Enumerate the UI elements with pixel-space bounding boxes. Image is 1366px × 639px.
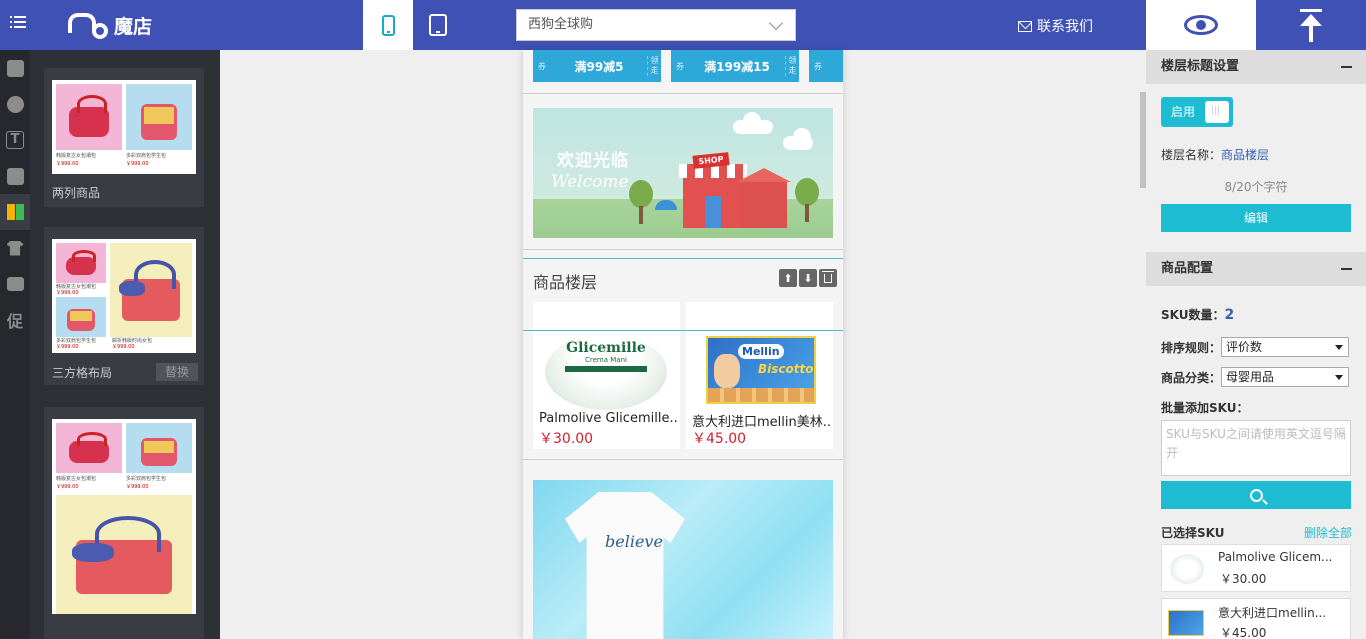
enable-toggle[interactable]: 启用 — [1161, 96, 1233, 127]
collapse-icon[interactable] — [1341, 268, 1352, 270]
upload-icon — [1300, 8, 1322, 12]
coupon[interactable]: 券 — [809, 50, 843, 82]
menu-icon[interactable] — [10, 16, 26, 32]
shirt-banner-module[interactable]: believe — [523, 468, 843, 639]
sort-label: 排序规则： — [1161, 341, 1222, 355]
phone-preview: 券满99减5 领走 券满199减15 领走 券 欢迎光临 Welcome SHOP — [522, 50, 844, 639]
shirt-print-text: believe — [605, 532, 663, 551]
template-thumbnail: 韩版复古女包潮包 多彩双肩包学生包 ￥999.00 ￥999.00 — [52, 419, 196, 614]
template-thumbnail: 韩版复古女包潮包 ￥999.00 多彩双肩包学生包 ￥999.00 邮折韩版时尚… — [52, 239, 196, 353]
chevron-down-icon — [768, 15, 784, 31]
char-count: 8/20个字符 — [1224, 180, 1288, 194]
product-price: ￥45.00 — [692, 431, 747, 447]
shop-select-value: 西狗全球购 — [528, 17, 594, 32]
move-up-icon[interactable]: ⬆ — [779, 269, 797, 287]
welcome-banner-image: 欢迎光临 Welcome SHOP — [533, 108, 833, 238]
shirt-banner-image: believe — [533, 480, 833, 639]
contact-us-link[interactable]: 联系我们 — [1018, 16, 1093, 36]
template-label: 两列商品 — [52, 186, 101, 200]
collapse-icon[interactable] — [1341, 66, 1352, 68]
tablet-view-button[interactable] — [413, 0, 463, 50]
tshirt-icon[interactable] — [0, 230, 30, 266]
sku-thumbnail — [1168, 607, 1206, 639]
component-category-bar: T 促 — [0, 50, 30, 639]
welcome-cn-text: 欢迎光临 — [557, 151, 629, 171]
template-card[interactable]: 韩版复古女包潮包 多彩双肩包学生包 ￥999.00 ￥999.00 — [44, 407, 204, 639]
selected-sku-label: 已选择SKU — [1161, 526, 1225, 540]
shop-select[interactable]: 西狗全球购 — [516, 9, 796, 41]
welcome-en-text: Welcome — [551, 172, 629, 192]
eye-icon — [1184, 15, 1218, 35]
move-down-icon[interactable]: ⬇ — [799, 269, 817, 287]
product-floor-module[interactable]: 商品楼层 ⬆ ⬇ Glicemille Crema Mani Palmolive… — [523, 258, 843, 460]
template-thumbnail: 韩版复古女包潮包 多彩双肩包学生包 ￥999.00 ￥999.00 — [52, 80, 196, 174]
selection-guide-line — [523, 330, 843, 331]
product-price: ￥30.00 — [539, 431, 594, 447]
clothes-icon[interactable] — [0, 194, 30, 230]
coupon[interactable]: 券满199减15 领走 — [671, 50, 799, 82]
promo-icon[interactable]: 促 — [0, 302, 30, 338]
sku-thumbnail — [1168, 553, 1206, 585]
coupon[interactable]: 券满99减5 领走 — [533, 50, 661, 82]
editor-canvas: 券满99减5 领走 券满199减15 领走 券 欢迎光临 Welcome SHOP — [220, 50, 1146, 639]
product-card[interactable]: Glicemille Crema Mani Palmolive Glicemil… — [533, 302, 680, 449]
sku-batch-input[interactable]: SKU与SKU之间请使用英文逗号隔开 — [1161, 420, 1351, 476]
template-card-three-grid[interactable]: 韩版复古女包潮包 ￥999.00 多彩双肩包学生包 ￥999.00 邮折韩版时尚… — [44, 227, 204, 385]
coupon-module[interactable]: 券满99减5 领走 券满199减15 领走 券 — [523, 50, 843, 94]
batch-add-label: 批量添加SKU： — [1161, 401, 1249, 415]
search-icon — [1249, 488, 1263, 502]
welcome-banner-module[interactable]: 欢迎光临 Welcome SHOP — [523, 98, 843, 250]
puzzle-icon[interactable] — [0, 158, 30, 194]
mobile-view-button[interactable] — [363, 0, 413, 50]
chat-icon[interactable] — [0, 86, 30, 122]
mail-icon — [1018, 20, 1032, 32]
delete-icon[interactable] — [819, 269, 837, 287]
product-name: Palmolive Glicemille... — [539, 411, 679, 426]
settings-panel: 楼层标题设置 启用 楼层名称：商品楼层 8/20个字符 编辑 商品配置 SKU数… — [1146, 50, 1366, 639]
text-icon[interactable]: T — [0, 122, 30, 158]
floor-title: 商品楼层 — [533, 273, 598, 292]
sort-select[interactable]: 评价数 — [1221, 337, 1349, 357]
product-image: Mellin Biscotto — [686, 330, 833, 410]
logo-mark-icon — [68, 9, 108, 41]
product-config-header[interactable]: 商品配置 — [1146, 252, 1366, 286]
image-icon[interactable] — [0, 266, 30, 302]
delete-all-link[interactable]: 删除全部 — [1304, 524, 1352, 541]
product-image: Glicemille Crema Mani — [533, 330, 680, 410]
search-button[interactable] — [1161, 481, 1351, 509]
category-select[interactable]: 母婴用品 — [1221, 367, 1349, 387]
product-card[interactable]: Mellin Biscotto 意大利进口mellin美林... ￥45.00 — [686, 302, 833, 449]
contact-us-label: 联系我们 — [1037, 19, 1093, 35]
logo-text: 魔店 — [114, 15, 153, 38]
preview-button[interactable] — [1146, 0, 1256, 50]
logo: 魔店 — [68, 8, 152, 42]
category-label: 商品分类： — [1161, 371, 1222, 385]
selected-sku-item[interactable]: 意大利进口mellin... ￥45.00 — [1161, 598, 1351, 639]
phone-icon — [381, 14, 395, 36]
replace-button[interactable]: 替换 — [156, 363, 198, 381]
edit-button[interactable]: 编辑 — [1161, 204, 1351, 232]
publish-button[interactable] — [1256, 0, 1366, 50]
floor-title-settings-header[interactable]: 楼层标题设置 — [1146, 50, 1366, 84]
floor-name: 楼层名称：商品楼层 — [1161, 148, 1270, 162]
template-panel: 韩版复古女包潮包 多彩双肩包学生包 ￥999.00 ￥999.00 两列商品 韩… — [30, 50, 220, 639]
template-label: 三方格布局 — [52, 366, 113, 380]
selected-sku-item[interactable]: Palmolive Glicem... ￥30.00 — [1161, 544, 1351, 592]
sku-count: SKU数量：2 — [1161, 307, 1235, 323]
tablet-icon — [429, 14, 447, 36]
top-bar: 魔店 西狗全球购 联系我们 — [0, 0, 1366, 50]
template-card-two-column[interactable]: 韩版复古女包潮包 多彩双肩包学生包 ￥999.00 ￥999.00 两列商品 — [44, 68, 204, 207]
puzzle-icon[interactable] — [0, 50, 30, 86]
